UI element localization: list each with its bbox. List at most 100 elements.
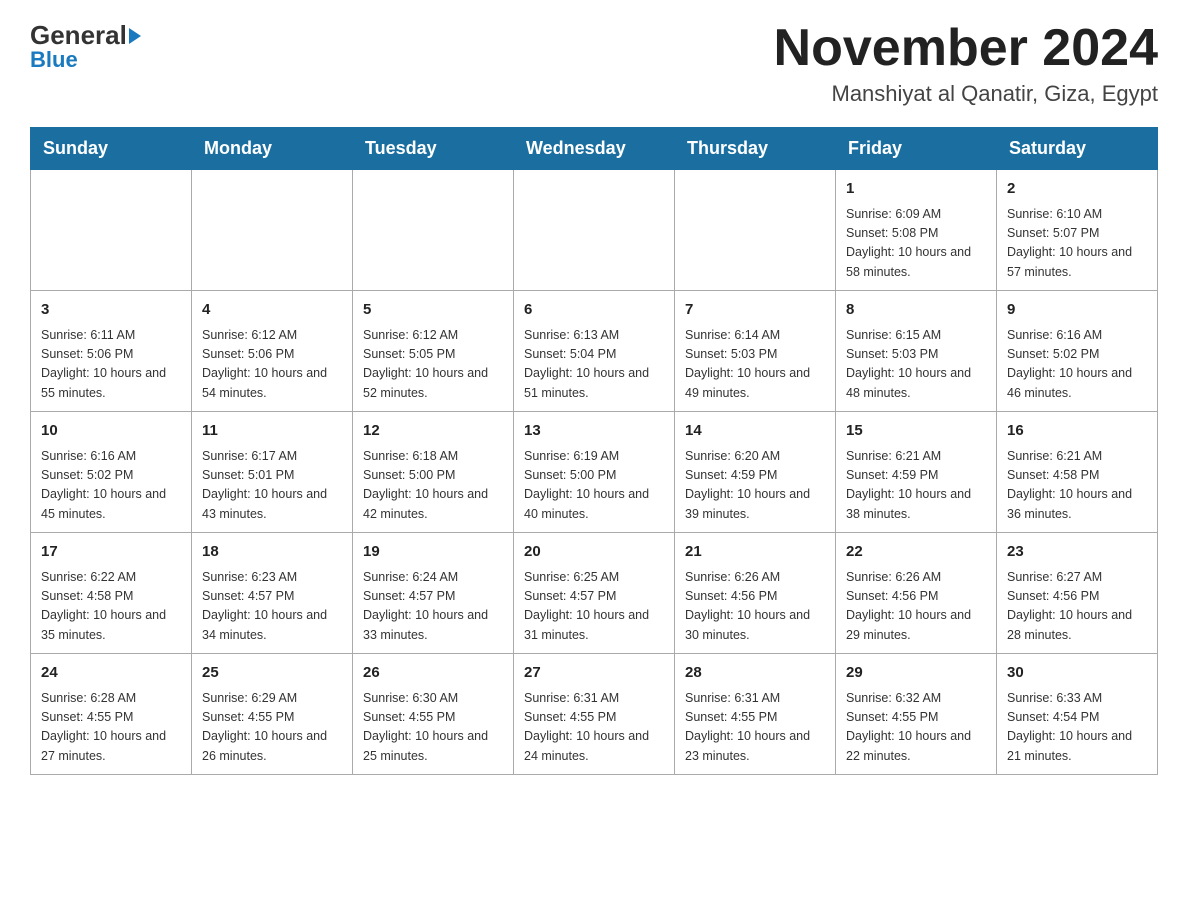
calendar-header: SundayMondayTuesdayWednesdayThursdayFrid…: [31, 128, 1158, 170]
day-info: Sunrise: 6:12 AMSunset: 5:06 PMDaylight:…: [202, 326, 342, 404]
day-info: Sunrise: 6:30 AMSunset: 4:55 PMDaylight:…: [363, 689, 503, 767]
page-title: November 2024: [774, 20, 1158, 77]
day-info: Sunrise: 6:26 AMSunset: 4:56 PMDaylight:…: [685, 568, 825, 646]
day-info: Sunrise: 6:18 AMSunset: 5:00 PMDaylight:…: [363, 447, 503, 525]
header-monday: Monday: [192, 128, 353, 170]
day-number: 21: [685, 541, 825, 564]
day-number: 6: [524, 299, 664, 322]
logo: General Blue: [30, 20, 143, 73]
header-sunday: Sunday: [31, 128, 192, 170]
calendar-cell: [353, 170, 514, 291]
day-info: Sunrise: 6:33 AMSunset: 4:54 PMDaylight:…: [1007, 689, 1147, 767]
calendar-cell: 6 Sunrise: 6:13 AMSunset: 5:04 PMDaylight…: [514, 291, 675, 412]
day-number: 14: [685, 420, 825, 443]
day-number: 5: [363, 299, 503, 322]
logo-triangle-icon: [129, 28, 141, 44]
header-friday: Friday: [836, 128, 997, 170]
day-number: 26: [363, 662, 503, 685]
calendar-body: 1Sunrise: 6:09 AMSunset: 5:08 PMDaylight…: [31, 170, 1158, 775]
day-info: Sunrise: 6:13 AMSunset: 5:04 PMDaylight:…: [524, 326, 664, 404]
calendar-cell: [31, 170, 192, 291]
day-number: 23: [1007, 541, 1147, 564]
calendar-cell: 9Sunrise: 6:16 AMSunset: 5:02 PMDaylight…: [997, 291, 1158, 412]
day-number: 2: [1007, 178, 1147, 201]
day-info: Sunrise: 6:15 AMSunset: 5:03 PMDaylight:…: [846, 326, 986, 404]
day-info: Sunrise: 6:17 AMSunset: 5:01 PMDaylight:…: [202, 447, 342, 525]
day-number: 7: [685, 299, 825, 322]
location-subtitle: Manshiyat al Qanatir, Giza, Egypt: [774, 81, 1158, 107]
header: General Blue November 2024 Manshiyat al …: [30, 20, 1158, 107]
calendar-cell: 24Sunrise: 6:28 AMSunset: 4:55 PMDayligh…: [31, 654, 192, 775]
calendar-cell: 25 Sunrise: 6:29 AMSunset: 4:55 PMDayligh…: [192, 654, 353, 775]
day-info: Sunrise: 6:23 AMSunset: 4:57 PMDaylight:…: [202, 568, 342, 646]
day-number: 17: [41, 541, 181, 564]
logo-blue: Blue: [30, 47, 78, 73]
day-number: 30: [1007, 662, 1147, 685]
calendar-cell: 1Sunrise: 6:09 AMSunset: 5:08 PMDaylight…: [836, 170, 997, 291]
day-info: Sunrise: 6:25 AMSunset: 4:57 PMDaylight:…: [524, 568, 664, 646]
calendar-cell: 12 Sunrise: 6:18 AMSunset: 5:00 PMDayligh…: [353, 412, 514, 533]
calendar-cell: 23 Sunrise: 6:27 AMSunset: 4:56 PMDayligh…: [997, 533, 1158, 654]
day-info: Sunrise: 6:10 AMSunset: 5:07 PMDaylight:…: [1007, 205, 1147, 283]
calendar-cell: 18 Sunrise: 6:23 AMSunset: 4:57 PMDayligh…: [192, 533, 353, 654]
calendar-cell: 2 Sunrise: 6:10 AMSunset: 5:07 PMDaylight…: [997, 170, 1158, 291]
calendar-cell: 7 Sunrise: 6:14 AMSunset: 5:03 PMDaylight…: [675, 291, 836, 412]
day-info: Sunrise: 6:31 AMSunset: 4:55 PMDaylight:…: [524, 689, 664, 767]
calendar-cell: 16Sunrise: 6:21 AMSunset: 4:58 PMDayligh…: [997, 412, 1158, 533]
day-number: 10: [41, 420, 181, 443]
calendar-cell: 30 Sunrise: 6:33 AMSunset: 4:54 PMDayligh…: [997, 654, 1158, 775]
day-number: 22: [846, 541, 986, 564]
week-row-2: 3Sunrise: 6:11 AMSunset: 5:06 PMDaylight…: [31, 291, 1158, 412]
calendar-table: SundayMondayTuesdayWednesdayThursdayFrid…: [30, 127, 1158, 775]
day-number: 4: [202, 299, 342, 322]
day-number: 20: [524, 541, 664, 564]
day-number: 12: [363, 420, 503, 443]
calendar-cell: [675, 170, 836, 291]
day-number: 24: [41, 662, 181, 685]
day-number: 18: [202, 541, 342, 564]
week-row-4: 17 Sunrise: 6:22 AMSunset: 4:58 PMDayligh…: [31, 533, 1158, 654]
day-number: 8: [846, 299, 986, 322]
calendar-cell: 19 Sunrise: 6:24 AMSunset: 4:57 PMDayligh…: [353, 533, 514, 654]
day-info: Sunrise: 6:19 AMSunset: 5:00 PMDaylight:…: [524, 447, 664, 525]
calendar-cell: 21 Sunrise: 6:26 AMSunset: 4:56 PMDayligh…: [675, 533, 836, 654]
calendar-cell: 22 Sunrise: 6:26 AMSunset: 4:56 PMDayligh…: [836, 533, 997, 654]
weekday-header-row: SundayMondayTuesdayWednesdayThursdayFrid…: [31, 128, 1158, 170]
calendar-cell: 15 Sunrise: 6:21 AMSunset: 4:59 PMDayligh…: [836, 412, 997, 533]
header-thursday: Thursday: [675, 128, 836, 170]
day-info: Sunrise: 6:26 AMSunset: 4:56 PMDaylight:…: [846, 568, 986, 646]
day-info: Sunrise: 6:31 AMSunset: 4:55 PMDaylight:…: [685, 689, 825, 767]
day-number: 15: [846, 420, 986, 443]
week-row-5: 24Sunrise: 6:28 AMSunset: 4:55 PMDayligh…: [31, 654, 1158, 775]
day-info: Sunrise: 6:27 AMSunset: 4:56 PMDaylight:…: [1007, 568, 1147, 646]
calendar-cell: 28Sunrise: 6:31 AMSunset: 4:55 PMDayligh…: [675, 654, 836, 775]
calendar-cell: 27Sunrise: 6:31 AMSunset: 4:55 PMDayligh…: [514, 654, 675, 775]
calendar-cell: 14 Sunrise: 6:20 AMSunset: 4:59 PMDayligh…: [675, 412, 836, 533]
day-info: Sunrise: 6:16 AMSunset: 5:02 PMDaylight:…: [41, 447, 181, 525]
day-info: Sunrise: 6:24 AMSunset: 4:57 PMDaylight:…: [363, 568, 503, 646]
day-info: Sunrise: 6:29 AMSunset: 4:55 PMDaylight:…: [202, 689, 342, 767]
day-info: Sunrise: 6:32 AMSunset: 4:55 PMDaylight:…: [846, 689, 986, 767]
calendar-cell: 4 Sunrise: 6:12 AMSunset: 5:06 PMDaylight…: [192, 291, 353, 412]
day-number: 19: [363, 541, 503, 564]
calendar-cell: 10 Sunrise: 6:16 AMSunset: 5:02 PMDayligh…: [31, 412, 192, 533]
calendar-cell: 11 Sunrise: 6:17 AMSunset: 5:01 PMDayligh…: [192, 412, 353, 533]
calendar-cell: 8 Sunrise: 6:15 AMSunset: 5:03 PMDaylight…: [836, 291, 997, 412]
day-number: 25: [202, 662, 342, 685]
day-info: Sunrise: 6:21 AMSunset: 4:58 PMDaylight:…: [1007, 447, 1147, 525]
day-number: 11: [202, 420, 342, 443]
day-info: Sunrise: 6:11 AMSunset: 5:06 PMDaylight:…: [41, 326, 181, 404]
header-wednesday: Wednesday: [514, 128, 675, 170]
day-info: Sunrise: 6:12 AMSunset: 5:05 PMDaylight:…: [363, 326, 503, 404]
calendar-cell: 29Sunrise: 6:32 AMSunset: 4:55 PMDayligh…: [836, 654, 997, 775]
day-number: 1: [846, 178, 986, 201]
calendar-cell: 13Sunrise: 6:19 AMSunset: 5:00 PMDayligh…: [514, 412, 675, 533]
day-info: Sunrise: 6:14 AMSunset: 5:03 PMDaylight:…: [685, 326, 825, 404]
calendar-cell: 3Sunrise: 6:11 AMSunset: 5:06 PMDaylight…: [31, 291, 192, 412]
header-saturday: Saturday: [997, 128, 1158, 170]
header-tuesday: Tuesday: [353, 128, 514, 170]
day-info: Sunrise: 6:21 AMSunset: 4:59 PMDaylight:…: [846, 447, 986, 525]
calendar-cell: [192, 170, 353, 291]
day-info: Sunrise: 6:22 AMSunset: 4:58 PMDaylight:…: [41, 568, 181, 646]
day-info: Sunrise: 6:20 AMSunset: 4:59 PMDaylight:…: [685, 447, 825, 525]
